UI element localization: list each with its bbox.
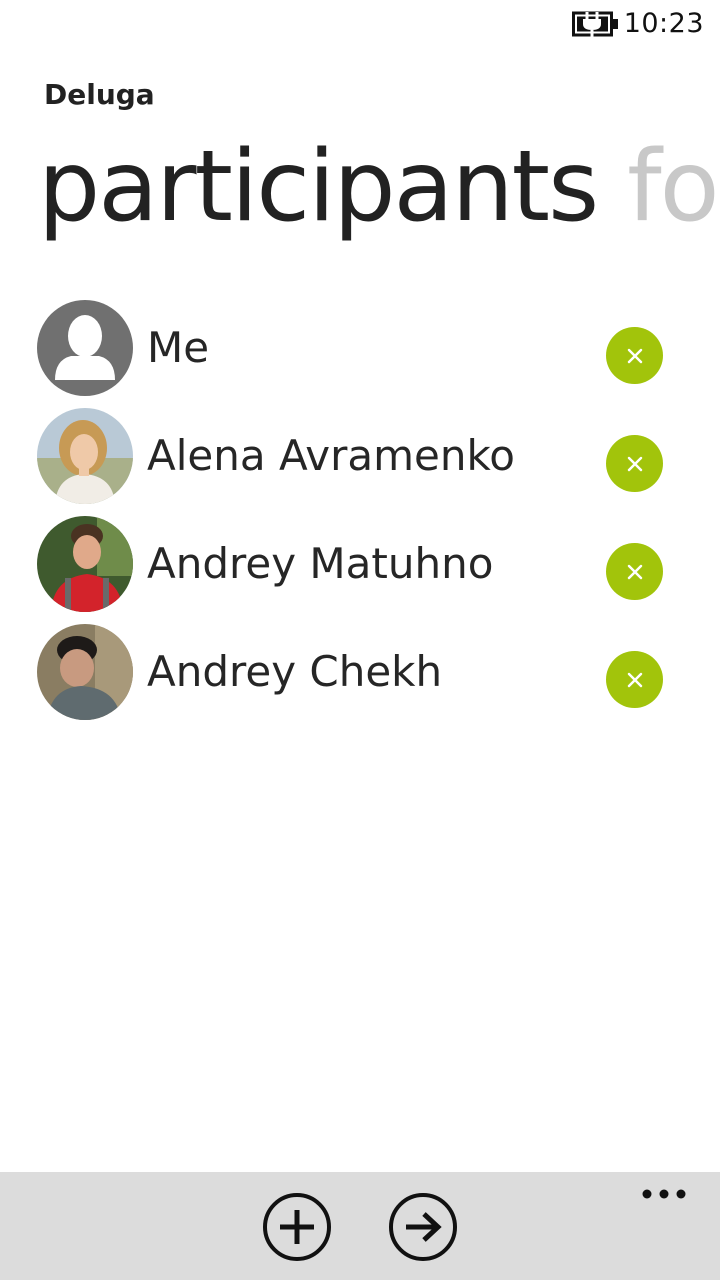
remove-participant-button[interactable] xyxy=(606,327,663,384)
participant-row[interactable]: Alena Avramenko xyxy=(0,408,720,516)
participant-name: Me xyxy=(147,323,210,372)
application-bar xyxy=(0,1172,720,1280)
next-arrow-icon xyxy=(389,1193,457,1261)
close-icon xyxy=(627,672,642,687)
battery-charging-icon xyxy=(572,11,618,37)
app-title: Deluga xyxy=(44,78,155,111)
participant-name: Andrey Chekh xyxy=(147,647,443,696)
remove-participant-button[interactable] xyxy=(606,651,663,708)
add-participant-button[interactable] xyxy=(262,1192,332,1262)
remove-participant-button[interactable] xyxy=(606,543,663,600)
remove-participant-button[interactable] xyxy=(606,435,663,492)
participant-row[interactable]: Andrey Chekh xyxy=(0,624,720,732)
pivot-item-participants[interactable]: participants xyxy=(38,130,599,244)
pivot-header: participants fo xyxy=(38,122,720,252)
phone-screen: 10:23 Deluga participants fo Me Alena Av… xyxy=(0,0,720,1280)
more-dots-icon xyxy=(642,1189,686,1199)
close-icon xyxy=(627,348,642,363)
participant-photo xyxy=(37,408,133,504)
next-button[interactable] xyxy=(388,1192,458,1262)
participant-name: Alena Avramenko xyxy=(147,431,515,480)
participants-list: Me Alena Avramenko Andrey Matuhno Andrey… xyxy=(0,300,720,732)
close-icon xyxy=(627,456,642,471)
participant-photo xyxy=(37,516,133,612)
status-time: 10:23 xyxy=(623,8,704,39)
participant-photo xyxy=(37,624,133,720)
participant-row[interactable]: Me xyxy=(0,300,720,408)
default-person-icon xyxy=(37,300,133,396)
more-menu-button[interactable] xyxy=(640,1186,690,1206)
close-icon xyxy=(627,564,642,579)
pivot-item-next[interactable]: fo xyxy=(627,130,719,244)
participant-row[interactable]: Andrey Matuhno xyxy=(0,516,720,624)
status-bar: 10:23 xyxy=(0,0,720,48)
participant-name: Andrey Matuhno xyxy=(147,539,494,588)
add-icon xyxy=(263,1193,331,1261)
